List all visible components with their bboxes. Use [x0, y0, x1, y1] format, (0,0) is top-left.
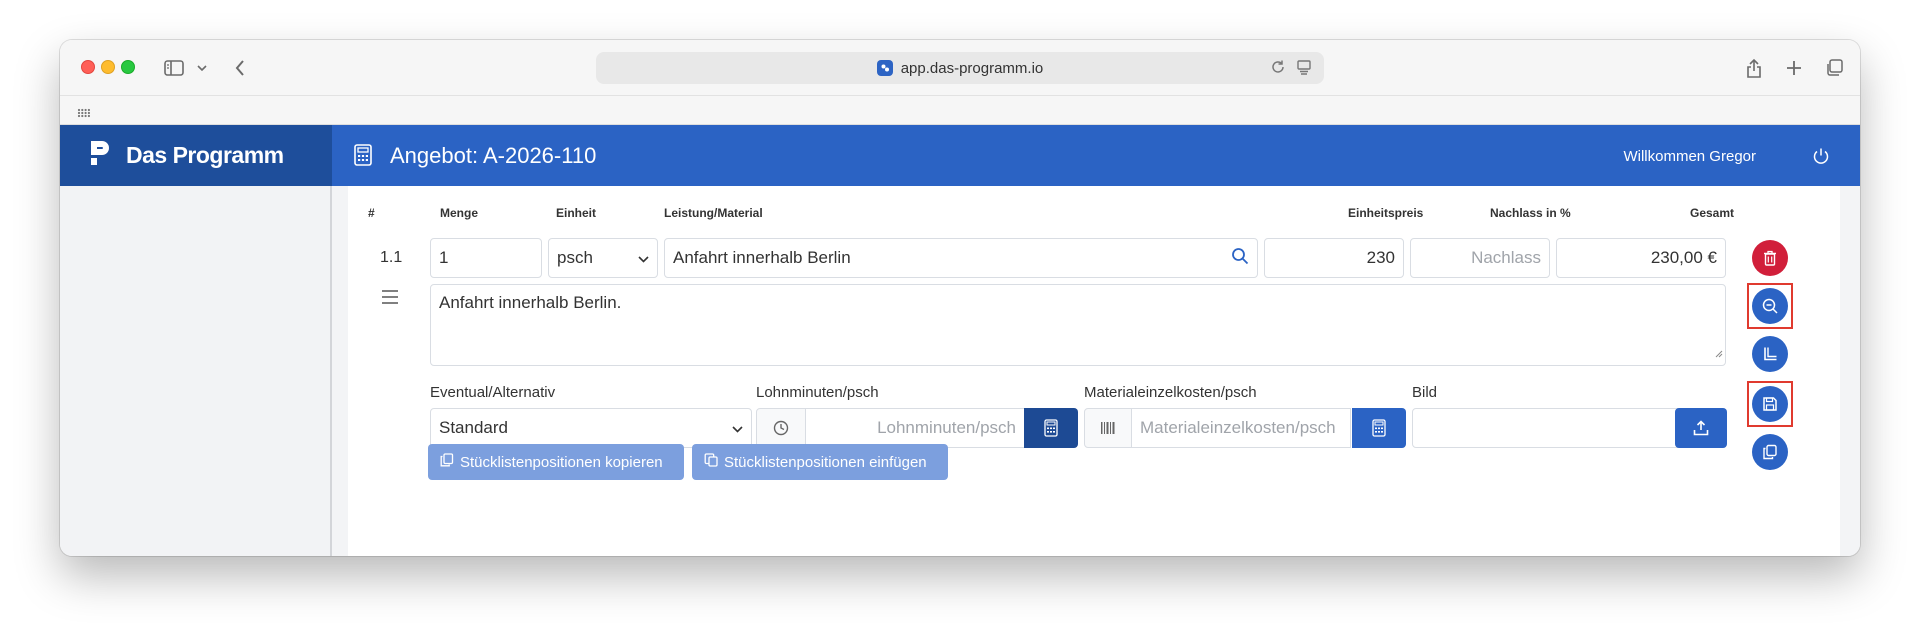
position-number: 1.1 [380, 249, 403, 266]
search-icon[interactable] [1231, 247, 1249, 270]
quantity-value: 1 [439, 248, 449, 267]
address-bar[interactable]: app.das-programm.io [596, 52, 1324, 84]
labor-label: Lohnminuten/psch [756, 384, 879, 401]
copy-bom-label: Stücklistenpositionen kopieren [460, 453, 663, 471]
material-label: Materialeinzelkosten/psch [1084, 384, 1257, 401]
zoom-out-button[interactable] [1752, 288, 1788, 324]
material-placeholder: Materialeinzelkosten/psch [1140, 418, 1336, 437]
discount-placeholder: Nachlass [1471, 248, 1541, 267]
paste-bom-button[interactable]: Stücklistenpositionen einfügen [692, 444, 948, 480]
tab-overview-icon[interactable] [1822, 56, 1846, 80]
brand-bar[interactable]: Das Programm [60, 125, 332, 186]
sidebar-toggle-icon[interactable] [162, 56, 186, 80]
apps-grid-icon[interactable] [77, 105, 91, 123]
copy-button[interactable] [1752, 434, 1788, 470]
total-value: 230,00 € [1650, 248, 1717, 267]
browser-titlebar: app.das-programm.io [60, 40, 1860, 96]
eventual-select[interactable]: Standard [430, 408, 752, 448]
paste-icon [704, 453, 718, 471]
material-calculator-button[interactable] [1352, 408, 1406, 448]
zoom-window-button[interactable] [121, 60, 135, 74]
resize-handle-icon[interactable] [1715, 343, 1723, 363]
description-textarea[interactable]: Anfahrt innerhalb Berlin. [430, 284, 1726, 366]
bookmarks-bar [60, 96, 1860, 125]
position-panel: # Menge Einheit Leistung/Material Einhei… [348, 186, 1840, 556]
material-cost-input[interactable]: Materialeinzelkosten/psch [1131, 408, 1351, 448]
calculator-icon [354, 144, 372, 171]
header-total: Gesamt [1690, 206, 1735, 220]
total-field: 230,00 € [1556, 238, 1726, 278]
save-button[interactable] [1752, 386, 1788, 422]
welcome-text: Willkommen Gregor [1623, 148, 1756, 165]
service-input[interactable]: Anfahrt innerhalb Berlin [664, 238, 1258, 278]
copy-icon [440, 453, 454, 471]
minimize-window-button[interactable] [101, 60, 115, 74]
back-icon[interactable] [230, 56, 250, 80]
description-value: Anfahrt innerhalb Berlin. [439, 293, 622, 312]
clock-icon [756, 408, 806, 448]
chevron-down-icon [732, 418, 743, 438]
service-value: Anfahrt innerhalb Berlin [673, 248, 851, 267]
unit-select[interactable]: psch [548, 238, 658, 278]
page-title: Angebot: A-2026-110 [390, 143, 597, 168]
delete-button[interactable] [1752, 240, 1788, 276]
labor-calculator-button[interactable] [1024, 408, 1078, 448]
barcode-icon [1084, 408, 1132, 448]
url-text: app.das-programm.io [900, 59, 1044, 77]
new-tab-icon[interactable] [1782, 56, 1806, 80]
header-unit-price: Einheitspreis [1348, 206, 1424, 220]
header-number: # [368, 206, 375, 220]
header-unit: Einheit [556, 206, 597, 220]
drag-handle-icon[interactable] [382, 290, 398, 309]
sidebar [60, 186, 332, 556]
unit-price-input[interactable]: 230 [1264, 238, 1404, 278]
chevron-down-icon[interactable] [195, 56, 209, 80]
header-discount: Nachlass in % [1490, 206, 1571, 220]
discount-input[interactable]: Nachlass [1410, 238, 1550, 278]
close-window-button[interactable] [81, 60, 95, 74]
chevron-down-icon [638, 248, 649, 268]
unit-price-value: 230 [1366, 248, 1395, 267]
image-upload-button[interactable] [1675, 408, 1727, 448]
brand-name: Das Programm [126, 142, 284, 168]
reload-icon[interactable] [1270, 59, 1286, 80]
paste-bom-label: Stücklistenpositionen einfügen [724, 453, 927, 471]
image-label: Bild [1412, 384, 1438, 401]
quantity-input[interactable]: 1 [430, 238, 542, 278]
site-favicon [876, 60, 893, 76]
eventual-label: Eventual/Alternativ [430, 384, 556, 401]
browser-window: app.das-programm.io Das Programm Angebot… [60, 40, 1860, 556]
power-icon[interactable] [1812, 147, 1830, 170]
share-icon[interactable] [1742, 56, 1766, 80]
reader-icon[interactable] [1296, 59, 1312, 80]
brand-logo-icon [88, 139, 116, 172]
copy-bom-button[interactable]: Stücklistenpositionen kopieren [428, 444, 684, 480]
header-quantity: Menge [440, 206, 479, 220]
unit-value: psch [557, 248, 593, 267]
app-header: Angebot: A-2026-110 Willkommen Gregor [332, 125, 1860, 186]
corner-button[interactable] [1752, 336, 1788, 372]
labor-placeholder: Lohnminuten/psch [877, 418, 1016, 437]
header-service: Leistung/Material [664, 206, 763, 220]
labor-minutes-input[interactable]: Lohnminuten/psch [805, 408, 1025, 448]
eventual-value: Standard [439, 418, 508, 437]
image-input[interactable] [1412, 408, 1682, 448]
